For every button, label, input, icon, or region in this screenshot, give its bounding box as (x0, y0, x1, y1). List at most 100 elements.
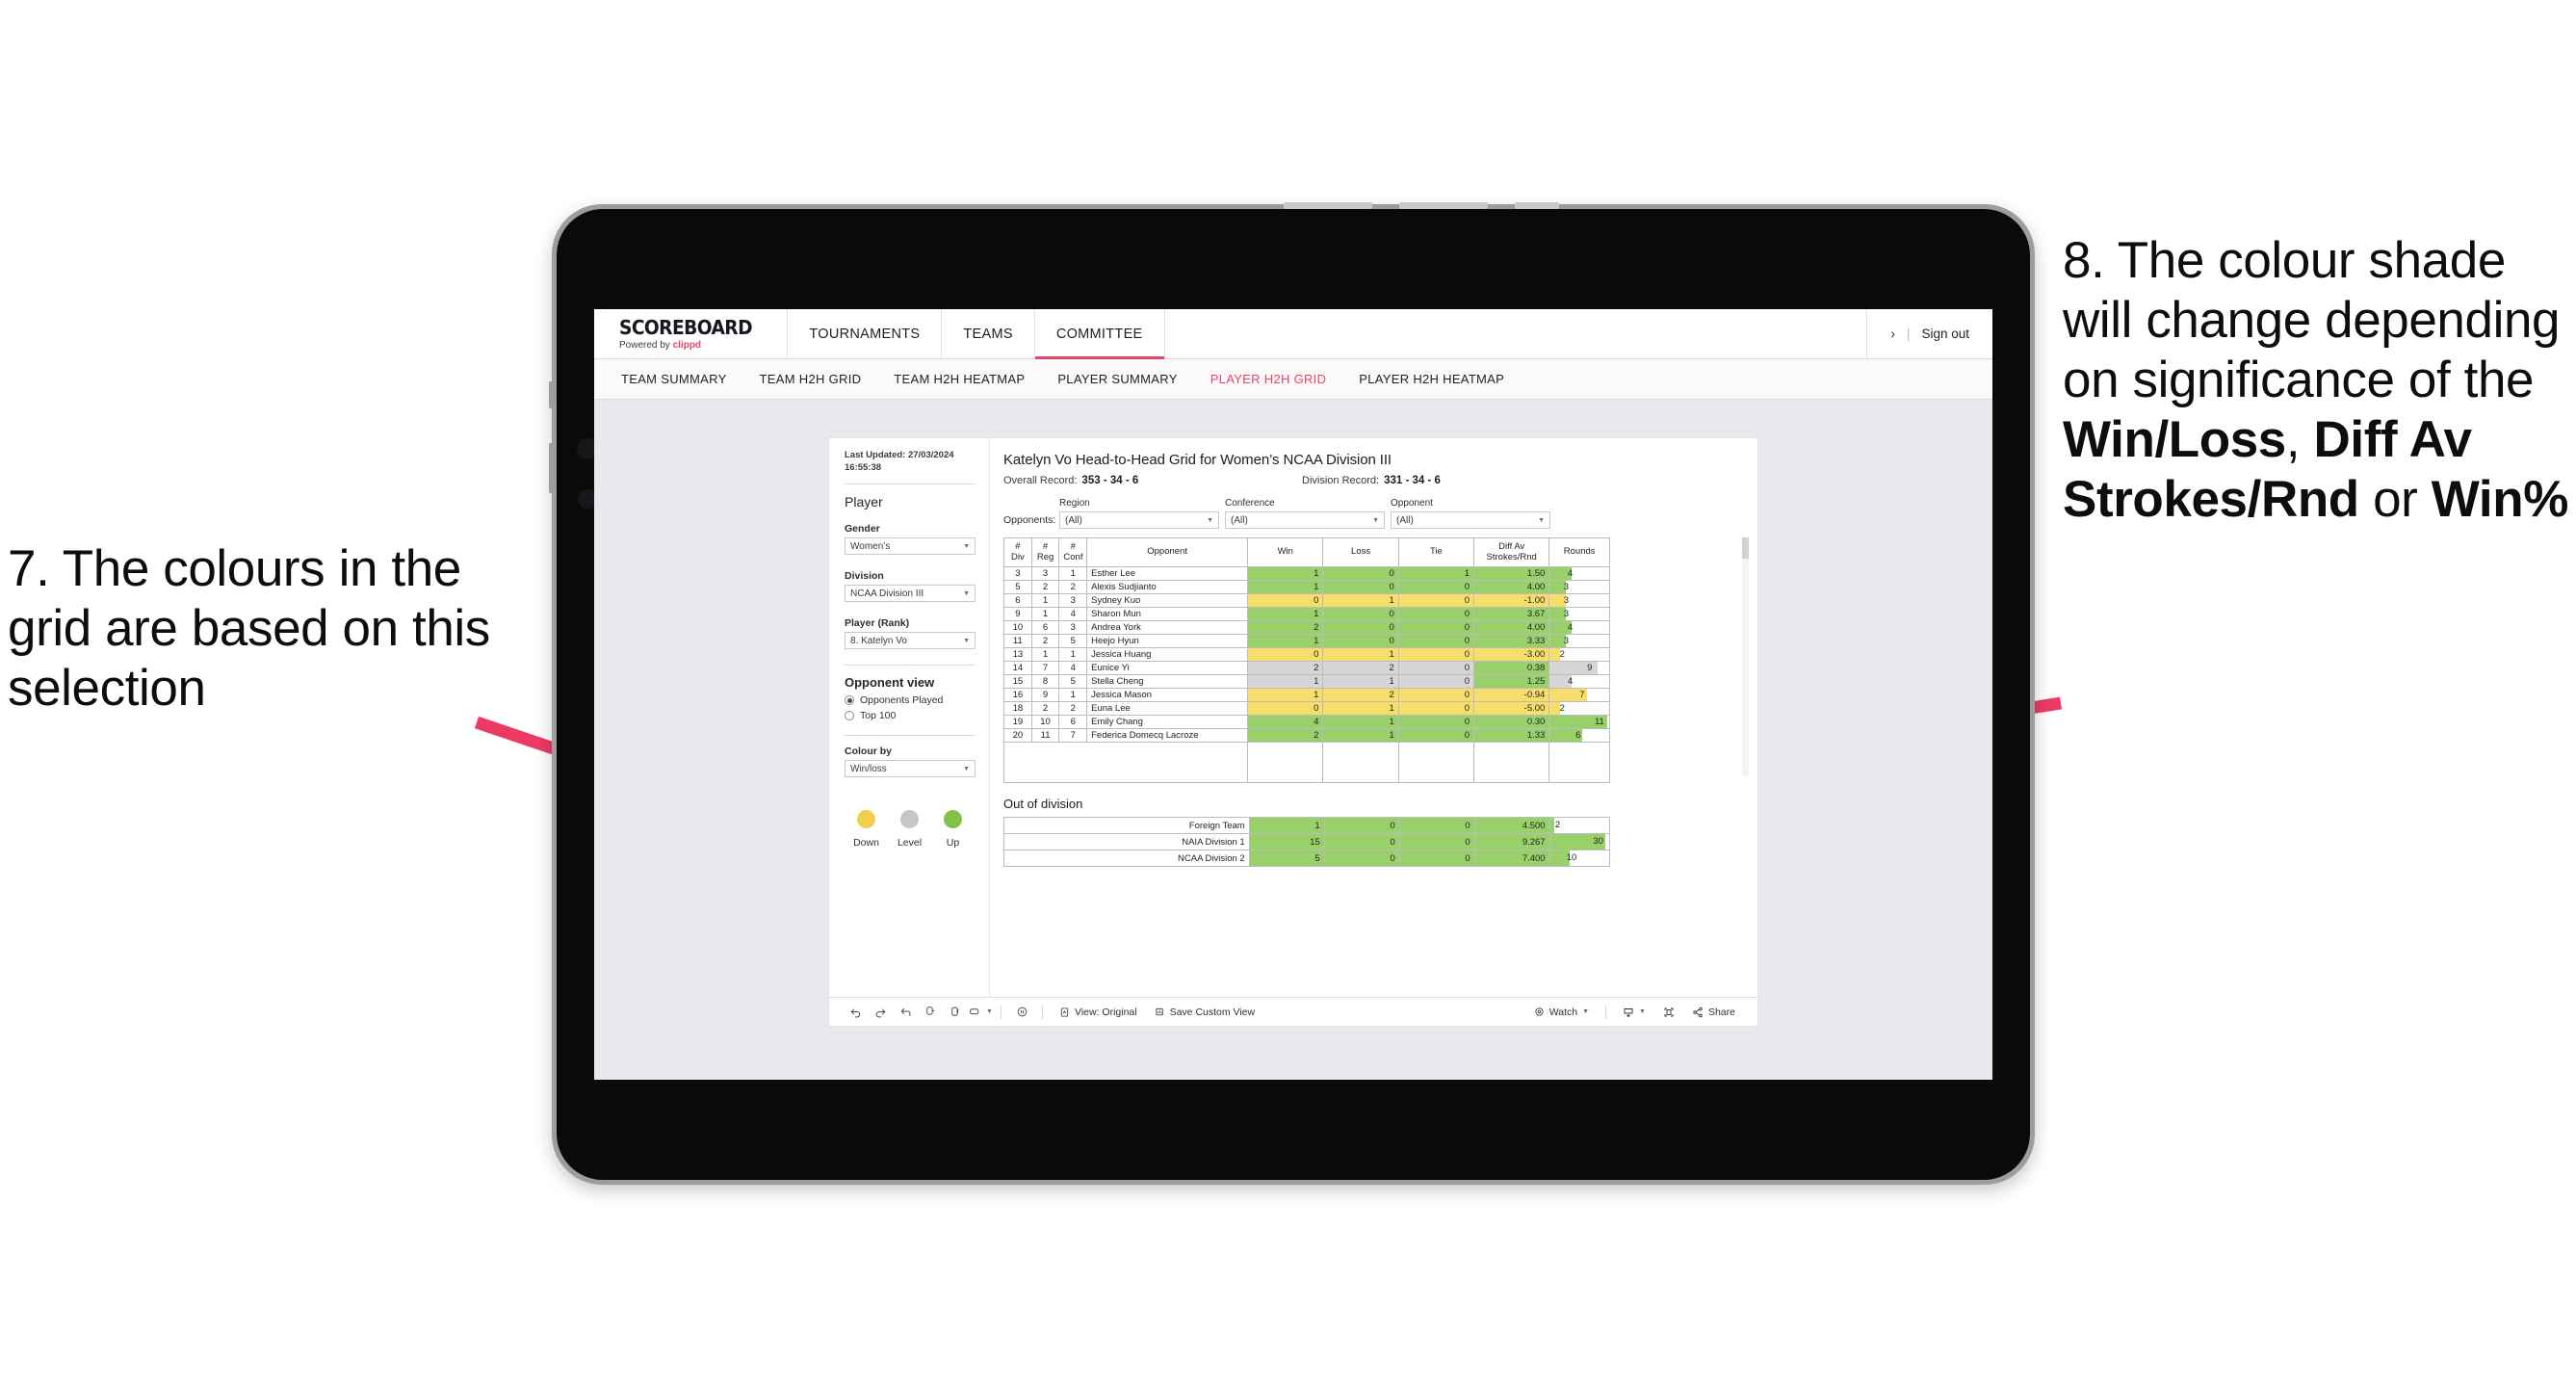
save-custom-view-button[interactable]: Save Custom View (1146, 1007, 1264, 1018)
col-header-div-l2: Div (1010, 551, 1025, 562)
cell-diff: 4.00 (1473, 620, 1550, 635)
cell-loss: 0 (1323, 850, 1400, 867)
download-button[interactable]: ▼ (1614, 1007, 1654, 1018)
table-row[interactable]: 5 2 2 Alexis Sudjianto 1 0 0 4.00 3 (1003, 580, 1610, 594)
col-header-conf[interactable]: # Conf (1058, 537, 1088, 567)
cell-opponent: Federica Domecq Lacroze (1086, 728, 1249, 743)
col-header-loss[interactable]: Loss (1322, 537, 1399, 567)
grid-blank-row (1002, 742, 1610, 783)
filter-colour-by-dropdown[interactable]: Win/loss ▼ (845, 760, 976, 778)
cell-rounds: 3 (1548, 634, 1610, 648)
filter-player-rank-dropdown[interactable]: 8. Katelyn Vo ▼ (845, 632, 976, 650)
cell-reg: 2 (1030, 701, 1060, 716)
table-row[interactable]: 6 1 3 Sydney Kuo 0 1 0 -1.00 3 (1003, 593, 1610, 608)
table-row[interactable]: 15 8 5 Stella Cheng 1 1 0 1.25 4 (1003, 674, 1610, 689)
filter-gender-dropdown[interactable]: Women’s ▼ (845, 537, 976, 556)
chevron-down-icon: ▼ (1207, 516, 1213, 524)
col-header-rounds[interactable]: Rounds (1548, 537, 1610, 567)
fullscreen-button[interactable] (1654, 1007, 1683, 1018)
subnav-item-team-h2h-heatmap[interactable]: TEAM H2H HEATMAP (894, 372, 1025, 386)
table-row[interactable]: 10 6 3 Andrea York 2 0 0 4.00 4 (1003, 620, 1610, 635)
table-row[interactable]: 13 1 1 Jessica Huang 0 1 0 -3.00 2 (1003, 647, 1610, 662)
table-row[interactable]: 11 2 5 Heejo Hyun 1 0 0 3.33 3 (1003, 634, 1610, 648)
sign-out-button[interactable]: Sign out (1921, 327, 1969, 341)
cell-diff: 0.30 (1473, 715, 1550, 729)
chevron-down-icon: ▼ (963, 589, 970, 597)
col-header-win[interactable]: Win (1247, 537, 1324, 567)
cell-loss: 0 (1322, 580, 1399, 594)
topnav-divider: | (1906, 327, 1911, 341)
table-row[interactable]: 3 3 1 Esther Lee 1 0 1 1.50 4 (1003, 566, 1610, 581)
subnav-item-team-h2h-grid[interactable]: TEAM H2H GRID (760, 372, 862, 386)
opponent-filter-opponent-value: (All) (1396, 514, 1414, 526)
h2h-grid-wrapper: #Div #Reg #Conf Opponent Win Loss Tie (1002, 537, 1749, 783)
pause-icon[interactable] (1009, 1006, 1034, 1018)
cell-rounds: 3 (1548, 607, 1610, 621)
table-row[interactable]: Foreign Team 1 0 0 4.500 2 (1003, 817, 1611, 834)
cell-group-name: NCAA Division 2 (1003, 850, 1250, 867)
table-row[interactable]: 9 1 4 Sharon Mun 1 0 0 3.67 3 (1003, 607, 1610, 621)
subnav-item-player-h2h-grid[interactable]: PLAYER H2H GRID (1210, 372, 1327, 386)
radio-opponents-played[interactable]: Opponents Played (845, 694, 976, 706)
cell-opponent: Sharon Mun (1086, 607, 1249, 621)
pause-auto-update-icon[interactable] (943, 1006, 968, 1018)
filter-pane: Last Updated: 27/03/2024 16:55:38 Player… (829, 438, 990, 997)
opponent-filter-region-dropdown[interactable]: (All) ▼ (1059, 511, 1219, 529)
share-button[interactable]: Share (1683, 1007, 1744, 1018)
table-row[interactable]: NAIA Division 1 15 0 0 9.267 30 (1003, 833, 1611, 850)
filter-division-dropdown[interactable]: NCAA Division III ▼ (845, 585, 976, 603)
grid-scroll-track[interactable] (1742, 537, 1749, 776)
table-row[interactable]: 19 10 6 Emily Chang 4 1 0 0.30 11 (1003, 715, 1610, 729)
view-original-button[interactable]: View: Original (1051, 1007, 1146, 1018)
table-row[interactable]: 18 2 2 Euna Lee 0 1 0 -5.00 2 (1003, 701, 1610, 716)
grid-blank-win (1247, 742, 1324, 783)
device-layout-icon[interactable]: ▼ (968, 1006, 993, 1018)
annotation-8-mid-2: or (2358, 471, 2432, 528)
undo-icon[interactable] (843, 1006, 868, 1018)
col-header-diff[interactable]: Diff Av Strokes/Rnd (1473, 537, 1550, 567)
h2h-grid-table: #Div #Reg #Conf Opponent Win Loss Tie (1002, 537, 1610, 783)
cell-loss: 1 (1322, 593, 1399, 608)
table-row[interactable]: 16 9 1 Jessica Mason 1 2 0 -0.94 7 (1003, 688, 1610, 702)
cell-tie: 0 (1397, 607, 1475, 621)
filter-gender-label: Gender (845, 523, 880, 536)
refresh-icon[interactable] (918, 1006, 943, 1018)
revert-icon[interactable] (893, 1006, 918, 1018)
col-header-reg[interactable]: # Reg (1030, 537, 1060, 567)
cell-opponent: Jessica Mason (1086, 688, 1249, 702)
col-header-opponent[interactable]: Opponent (1086, 537, 1249, 567)
col-header-tie[interactable]: Tie (1397, 537, 1475, 567)
redo-icon[interactable] (868, 1006, 893, 1018)
opponent-filter-opponent-dropdown[interactable]: (All) ▼ (1391, 511, 1550, 529)
table-row[interactable]: 14 7 4 Eunice Yi 2 2 0 0.38 9 (1003, 661, 1610, 675)
rounds-value: 2 (1559, 703, 1565, 714)
subnav-item-player-summary[interactable]: PLAYER SUMMARY (1057, 372, 1177, 386)
rounds-value: 11 (1594, 717, 1604, 727)
cell-opponent: Stella Cheng (1086, 674, 1249, 689)
share-label: Share (1707, 1006, 1735, 1018)
pane-heading-player: Player (845, 494, 883, 510)
cell-rounds: 11 (1548, 715, 1610, 729)
subnav-item-team-summary[interactable]: TEAM SUMMARY (621, 372, 727, 386)
topnav-item-committee[interactable]: COMMITTEE (1034, 309, 1165, 359)
radio-top-100[interactable]: Top 100 (845, 710, 976, 721)
cell-reg: 1 (1030, 593, 1060, 608)
table-row[interactable]: 20 11 7 Federica Domecq Lacroze 2 1 0 1.33 6 (1003, 728, 1610, 743)
cell-diff: 1.25 (1473, 674, 1550, 689)
cell-loss: 0 (1322, 620, 1399, 635)
subnav-item-player-h2h-heatmap[interactable]: PLAYER H2H HEATMAP (1359, 372, 1504, 386)
brand-subtitle: Powered by clippd (619, 340, 762, 351)
cell-div: 18 (1003, 701, 1032, 716)
topnav-item-tournaments[interactable]: TOURNAMENTS (788, 309, 943, 358)
grid-scrollbar-thumb[interactable] (1742, 537, 1749, 559)
table-row[interactable]: NCAA Division 2 5 0 0 7.400 10 (1003, 850, 1611, 867)
col-header-div[interactable]: # Div (1003, 537, 1032, 567)
watch-button[interactable]: Watch ▼ (1525, 1007, 1598, 1018)
topnav-item-teams[interactable]: TEAMS (942, 309, 1035, 358)
chevron-right-icon[interactable]: › (1890, 327, 1895, 341)
rounds-value: 2 (1554, 820, 1561, 830)
brand-logo[interactable]: SCOREBOARD Powered by clippd (594, 309, 789, 358)
opponent-filter-conference-dropdown[interactable]: (All) ▼ (1225, 511, 1385, 529)
viz-toolbar: ▼ View: Original Save Custom View Watch … (829, 997, 1757, 1026)
cell-conf: 2 (1058, 701, 1088, 716)
